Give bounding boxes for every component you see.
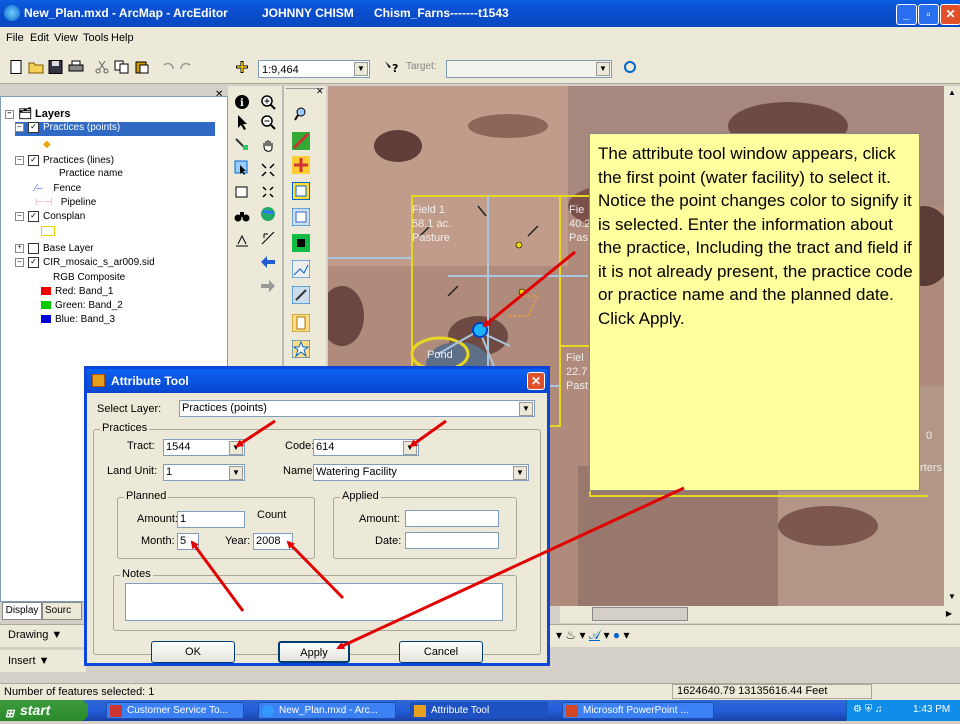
selected-features-count: Number of features selected: 1 <box>4 686 155 698</box>
arrow-to-point <box>482 250 576 328</box>
task-powerpoint[interactable]: Microsoft PowerPoint ... <box>562 702 714 719</box>
annotation-arrows <box>190 250 685 650</box>
task-customer-service[interactable]: Customer Service To... <box>106 702 244 719</box>
map-coordinates: 1624640.79 13135616.44 Feet <box>672 684 872 699</box>
arrow-to-tract <box>235 419 276 448</box>
start-label: start <box>20 702 51 718</box>
globe-icon <box>262 705 274 717</box>
arrow-to-year <box>286 540 345 600</box>
attribute-tool-icon <box>414 705 426 717</box>
status-bar: Number of features selected: 1 1624640.7… <box>0 683 960 701</box>
windows-logo-icon: ⊞ <box>5 708 15 720</box>
arrow-to-code <box>409 419 447 448</box>
arrow-to-apply <box>336 486 685 650</box>
task-label: Attribute Tool <box>431 705 490 716</box>
clock: 1:43 PM <box>913 704 951 715</box>
task-arcmap[interactable]: New_Plan.mxd - Arc... <box>258 702 396 719</box>
start-button[interactable]: ⊞ start <box>0 700 88 721</box>
task-label: New_Plan.mxd - Arc... <box>279 705 378 716</box>
app-icon <box>110 705 122 717</box>
task-attribute-tool[interactable]: Attribute Tool <box>410 702 548 719</box>
tray-icons[interactable]: ⚙ ⛨ ♫ <box>853 700 883 720</box>
system-tray: ⚙ ⛨ ♫ 1:43 PM <box>846 700 960 721</box>
arrow-to-month <box>190 540 245 612</box>
task-label: Customer Service To... <box>127 705 228 716</box>
windows-taskbar: ⊞ start Customer Service To... New_Plan.… <box>0 700 960 721</box>
powerpoint-icon <box>566 705 578 717</box>
task-label: Microsoft PowerPoint ... <box>583 705 689 716</box>
